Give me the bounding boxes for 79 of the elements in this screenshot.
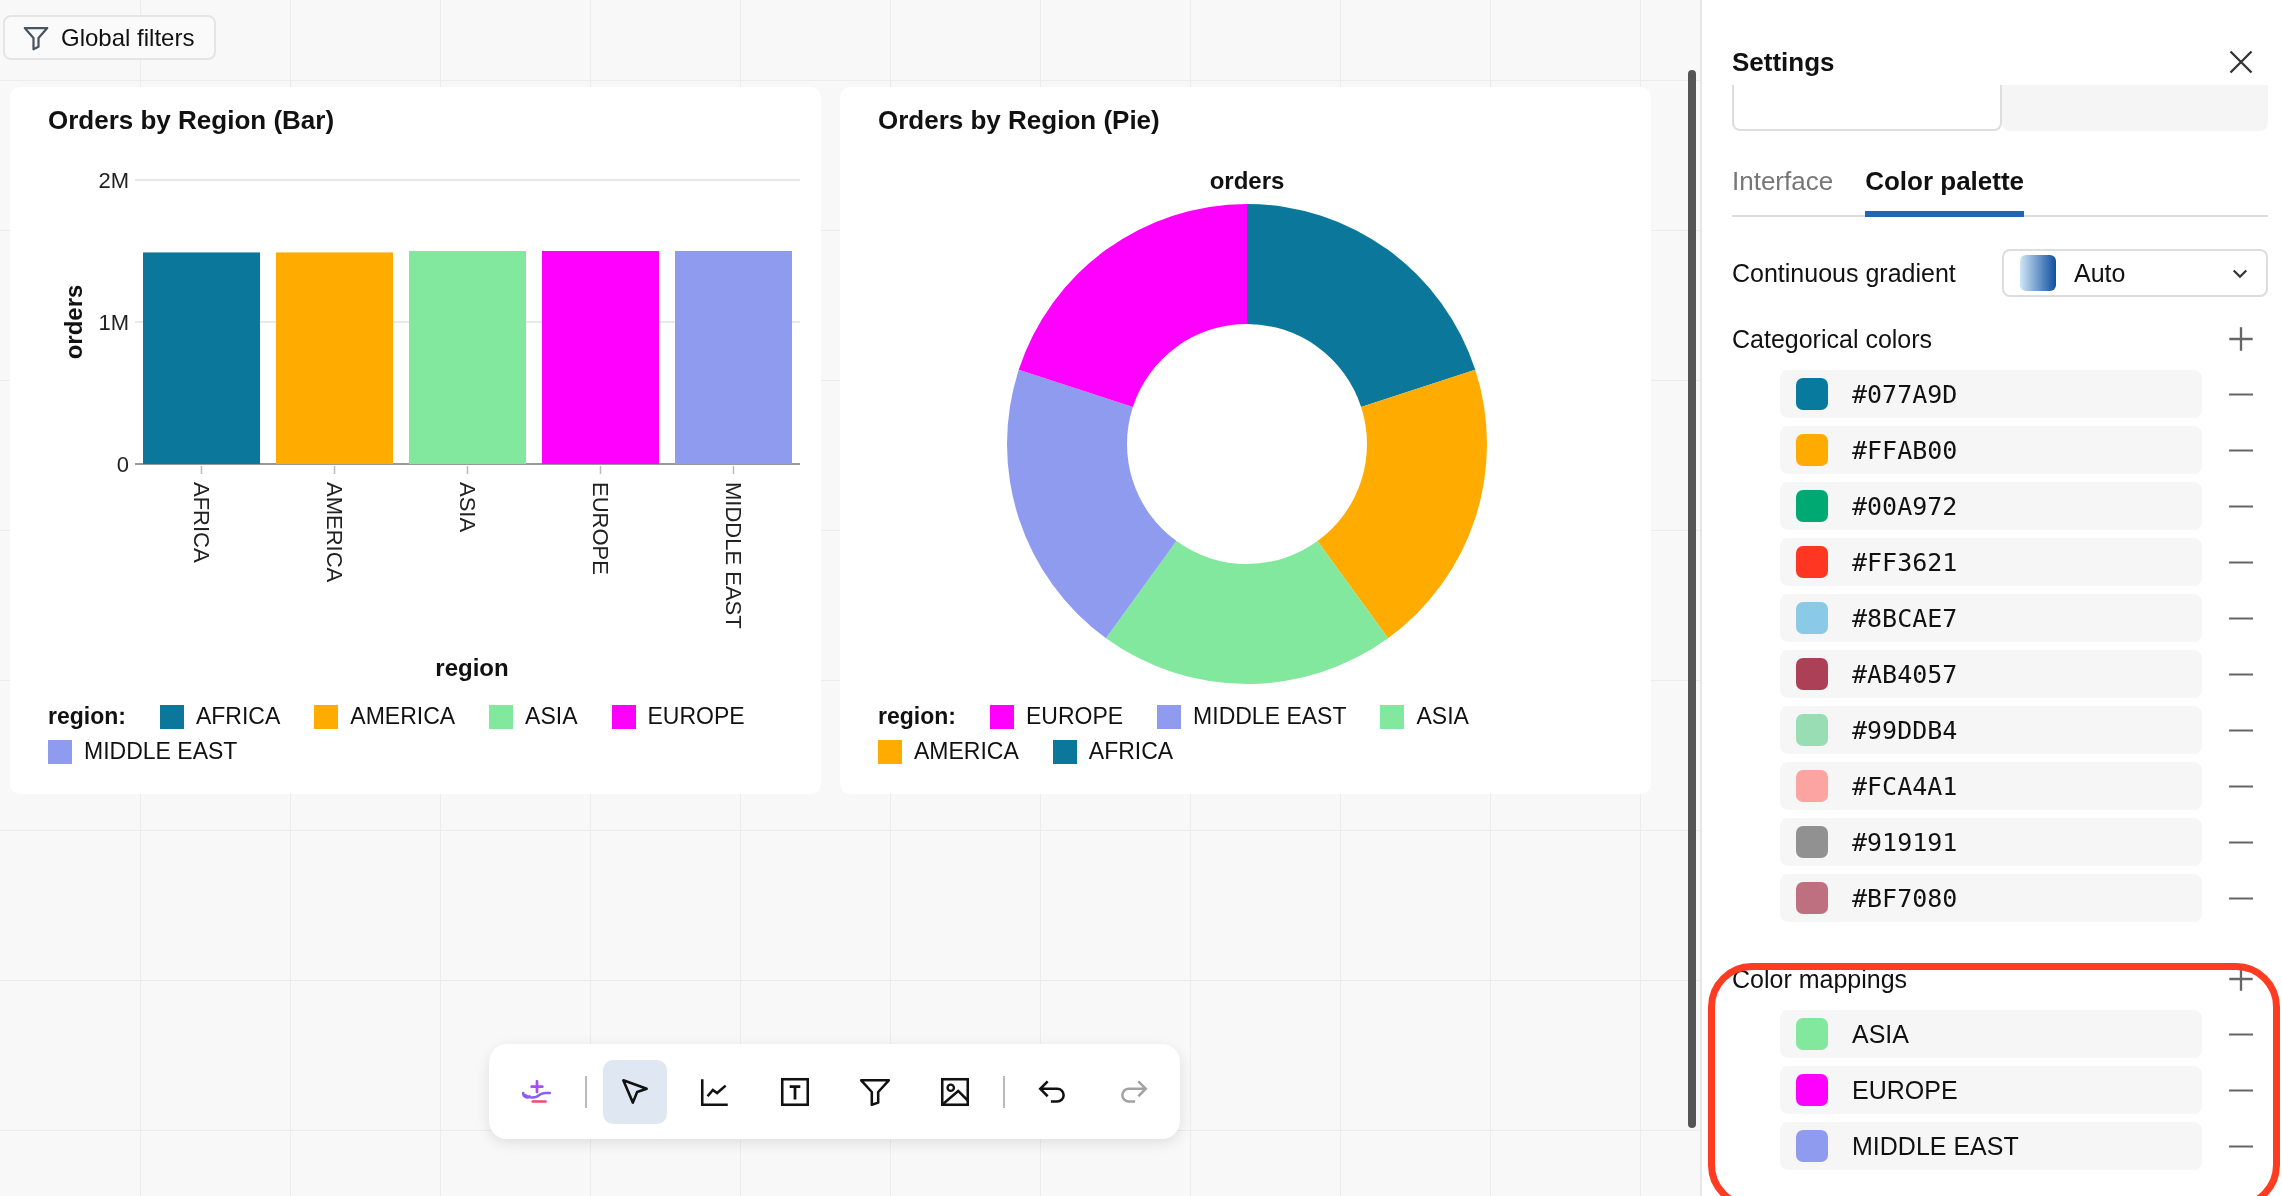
legend-title: region: [878,703,956,730]
color-entry[interactable]: #919191 [1780,818,2202,866]
color-entry[interactable]: #BF7080 [1780,874,2202,922]
minus-icon [2227,728,2255,732]
tab[interactable]: Interface [1732,160,1834,217]
color-entry[interactable]: #FCA4A1 [1780,762,2202,810]
color-entry[interactable]: #FF3621 [1780,538,2202,586]
color-entry[interactable]: #99DDB4 [1780,706,2202,754]
minus-icon [2227,1144,2255,1148]
x-axis-title: region [435,654,509,681]
gradient-swatch-icon [2020,255,2056,291]
legend-label: AMERICA [350,703,456,730]
close-icon [2227,48,2255,76]
y-tick-label: 1M [98,310,129,335]
region-name: EUROPE [1852,1075,1958,1105]
color-code: #FF3621 [1852,547,1958,577]
panel-title: Settings [1732,46,1835,78]
x-tick-label: ASIA [454,482,480,533]
color-code: #FFAB00 [1852,435,1958,465]
tab[interactable]: Color palette [1865,160,2025,217]
color-code: #AB4057 [1852,659,1958,689]
legend-title: region: [48,703,126,730]
color-mapping-entry[interactable]: EUROPE [1780,1066,2202,1114]
legend-label: AFRICA [195,703,281,730]
color-code: #FCA4A1 [1852,771,1958,801]
x-tick-label: EUROPE [587,482,613,575]
color-entry[interactable]: #AB4057 [1780,650,2202,698]
legend-label: AMERICA [914,738,1019,765]
color-entry[interactable]: #FFAB00 [1780,426,2202,474]
minus-icon [2227,392,2255,396]
color-entry[interactable]: #00A972 [1780,482,2202,530]
scrollbar-thumb[interactable] [1688,70,1696,1128]
x-tick-label: MIDDLE EAST [720,482,746,629]
global-filters-button[interactable]: Global filters [3,15,217,60]
region-name: ASIA [1852,1019,1909,1049]
y-tick-label: 0 [116,452,129,477]
field-label: Continuous gradient [1732,258,1956,288]
color-code: #077A9D [1852,379,1958,409]
theme-toggle-button[interactable] [2002,85,2268,131]
minus-icon [2227,1032,2255,1036]
section-title: Categorical colors [1732,324,1933,354]
color-code: #00A972 [1852,491,1958,521]
y-tick-label: 2M [98,168,129,193]
legend-label: AFRICA [1088,738,1174,765]
minus-icon [2227,840,2255,844]
minus-icon [2227,616,2255,620]
chart-title: Orders by Region (Bar) [48,105,336,137]
legend-label: ASIA [525,703,578,730]
minus-icon [2227,1088,2255,1092]
minus-icon [2227,672,2255,676]
minus-icon [2227,448,2255,452]
section-title: Color mappings [1732,964,1908,994]
x-tick-label: AMERICA [321,482,347,583]
color-mapping-entry[interactable]: MIDDLE EAST [1780,1122,2202,1170]
minus-icon [2227,504,2255,508]
color-code: #99DDB4 [1852,715,1958,745]
gradient-dropdown[interactable]: Auto [2002,249,2268,297]
color-mapping-entry[interactable]: ASIA [1780,1010,2202,1058]
legend-label: MIDDLE EAST [1193,703,1347,730]
legend-label: EUROPE [1025,703,1124,730]
legend-label: MIDDLE EAST [84,738,238,765]
plus-icon [2227,325,2255,353]
x-tick-label: AFRICA [188,482,214,563]
region-name: MIDDLE EAST [1852,1131,2019,1161]
color-code: #BF7080 [1852,883,1958,913]
theme-toggle-button[interactable] [1732,85,2002,131]
minus-icon [2227,784,2255,788]
chart-title: Orders by Region (Pie) [878,105,1161,137]
color-entry[interactable]: #8BCAE7 [1780,594,2202,642]
donut-chart-title: orders [1209,167,1285,194]
y-axis-title: orders [60,284,87,360]
legend-label: EUROPE [647,703,745,730]
minus-icon [2227,560,2255,564]
color-code: #8BCAE7 [1852,603,1958,633]
legend-label: ASIA [1416,703,1469,730]
toolbar-button[interactable] [602,1059,667,1124]
color-entry[interactable]: #077A9D [1780,370,2202,418]
minus-icon [2227,896,2255,900]
color-code: #919191 [1852,827,1958,857]
